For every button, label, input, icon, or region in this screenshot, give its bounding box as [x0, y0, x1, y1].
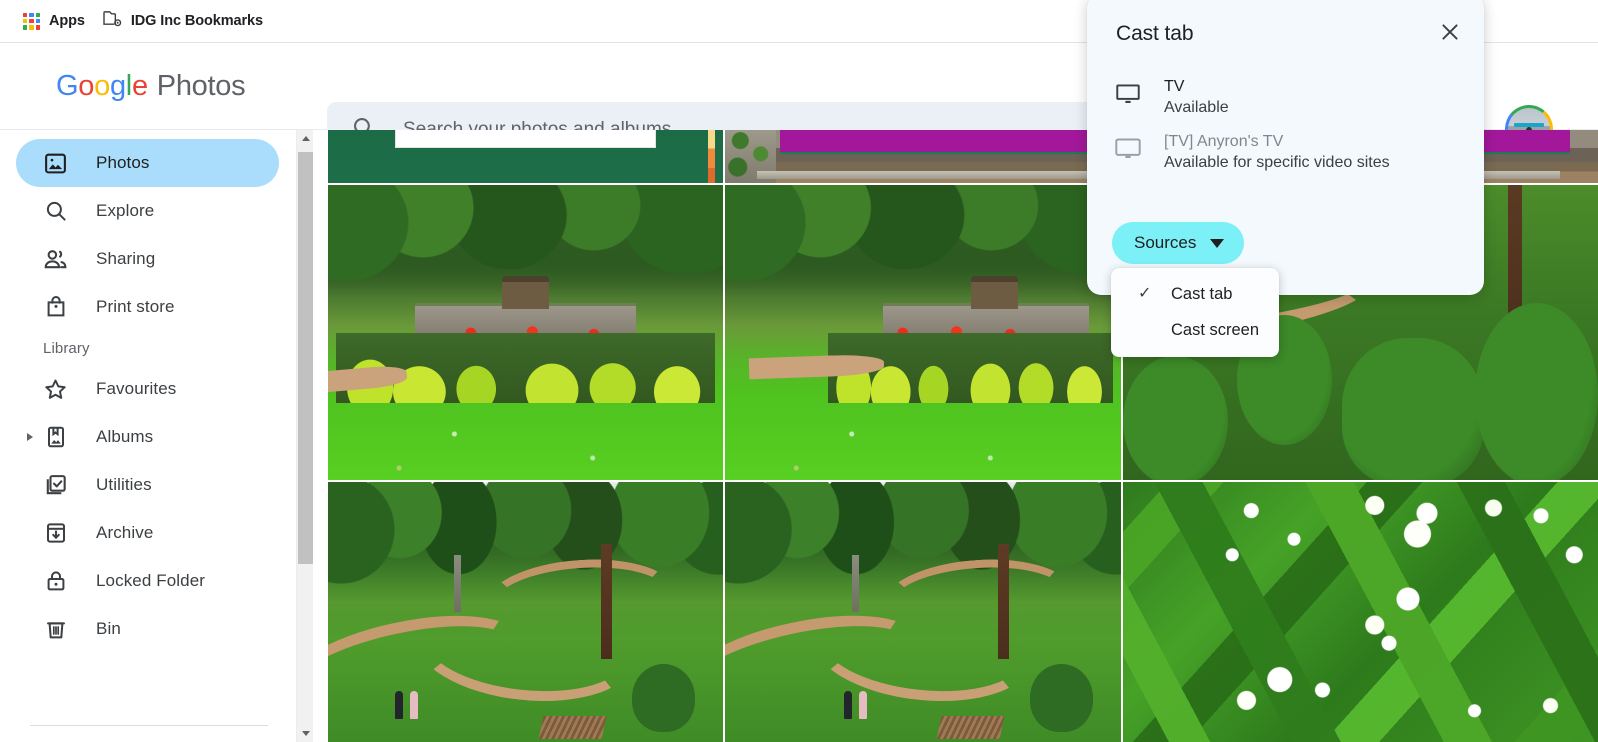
sources-button[interactable]: Sources [1112, 222, 1245, 264]
product-name: Photos [156, 69, 246, 102]
page-scrollbar[interactable] [296, 130, 313, 742]
sidebar-item-bin-label: Bin [96, 619, 121, 638]
sidebar-divider [30, 725, 268, 726]
photo-image [725, 185, 1121, 480]
cast-device-tv-text: TV Available [1164, 78, 1229, 117]
sources-dropdown-menu: ✓ Cast tab Cast screen [1111, 268, 1279, 357]
bookmark-apps[interactable]: Apps [14, 6, 94, 36]
sidebar-item-favourites[interactable]: Favourites [16, 365, 279, 413]
tv-icon [1115, 133, 1141, 165]
sidebar-item-bin[interactable]: Bin [16, 605, 279, 653]
sidebar-top-spacer [0, 130, 295, 139]
sidebar-item-print-store[interactable]: Print store [16, 283, 279, 331]
photo-thumbnail-winding-path-couple-right[interactable] [725, 482, 1121, 742]
photo-icon [43, 151, 68, 176]
sidebar-item-favourites-label: Favourites [96, 379, 177, 398]
photo-thumbnail-garden-terrace-left[interactable] [328, 185, 723, 480]
photo-image [1123, 482, 1598, 742]
sidebar-item-archive[interactable]: Archive [16, 509, 279, 557]
menu-item-cast-screen-label: Cast screen [1171, 320, 1260, 339]
cast-device-tv-status: Available [1164, 99, 1229, 116]
photo-image [328, 185, 723, 480]
cast-device-list: TV Available [TV] Anyron's TV Available … [1109, 70, 1469, 180]
scroll-up-icon[interactable] [297, 130, 314, 147]
close-icon[interactable] [1432, 14, 1468, 50]
sidebar-item-utilities-label: Utilities [96, 475, 152, 494]
utilities-icon [43, 473, 68, 498]
sidebar-item-utilities[interactable]: Utilities [16, 461, 279, 509]
sidebar-item-albums-label: Albums [96, 427, 154, 446]
cast-popup-title: Cast tab [1116, 22, 1194, 45]
menu-item-cast-tab-label: Cast tab [1171, 284, 1233, 303]
cast-device-tv-name: TV [1164, 78, 1185, 95]
photo-image [328, 482, 723, 742]
photo-thumbnail-magenta-wall-sign[interactable] [725, 130, 1121, 183]
sidebar-item-print-store-label: Print store [96, 297, 175, 316]
menu-item-cast-screen[interactable]: Cast screen [1111, 312, 1279, 348]
shopping-bag-icon [43, 295, 68, 320]
check-icon: ✓ [1138, 285, 1152, 302]
photo-thumbnail-wild-garlic-flowers[interactable] [1123, 482, 1598, 742]
photo-thumbnail-winding-path-couple-left[interactable] [328, 482, 723, 742]
scroll-down-icon[interactable] [297, 725, 314, 742]
people-icon [43, 247, 68, 272]
sidebar-item-photos-label: Photos [96, 153, 150, 172]
bookmark-idg-inc-label: IDG Inc Bookmarks [130, 13, 263, 29]
menu-item-cast-tab[interactable]: ✓ Cast tab [1111, 276, 1279, 312]
photo-image [725, 130, 1121, 183]
sidebar-item-photos[interactable]: Photos [16, 139, 279, 187]
sidebar-item-archive-label: Archive [96, 523, 154, 542]
google-photos-logo[interactable]: Google Photos [56, 69, 246, 103]
archive-icon [43, 521, 68, 546]
cast-device-anyrons-tv[interactable]: [TV] Anyron's TV Available for specific … [1109, 125, 1469, 180]
photo-thumbnail-green-noticeboard-sign[interactable] [328, 130, 723, 183]
cast-device-anyrons-tv-name: [TV] Anyron's TV [1164, 133, 1284, 150]
photo-image [725, 482, 1121, 742]
bookmark-folder-icon [103, 10, 122, 32]
bookmark-apps-label: Apps [49, 13, 85, 29]
sidebar-item-sharing-label: Sharing [96, 249, 156, 268]
chevron-down-icon [1210, 238, 1225, 248]
cast-device-tv[interactable]: TV Available [1109, 70, 1469, 125]
star-icon [43, 377, 68, 402]
cast-device-anyrons-tv-text: [TV] Anyron's TV Available for specific … [1164, 133, 1390, 172]
tv-icon [1115, 78, 1141, 110]
sources-button-label: Sources [1134, 233, 1197, 252]
cast-popup: Cast tab TV Available [TV] Anyron's TV A… [1087, 0, 1484, 295]
bookmark-idg-inc[interactable]: IDG Inc Bookmarks [94, 6, 272, 36]
sidebar-item-locked-folder[interactable]: Locked Folder [16, 557, 279, 605]
album-icon [43, 425, 68, 450]
search-icon [43, 199, 68, 224]
sidebar-navigation: Photos Explore Sharing Print store Libra… [0, 130, 296, 742]
apps-grid-icon [23, 12, 40, 30]
google-wordmark: Google [56, 69, 148, 102]
photo-thumbnail-garden-terrace-right[interactable] [725, 185, 1121, 480]
lock-icon [43, 569, 68, 594]
sidebar-section-library: Library [43, 339, 90, 357]
photo-image [328, 130, 723, 183]
cast-device-anyrons-tv-status: Available for specific video sites [1164, 154, 1390, 171]
sidebar-item-explore-label: Explore [96, 201, 155, 220]
chevron-right-icon[interactable] [27, 433, 33, 441]
sidebar-item-explore[interactable]: Explore [16, 187, 279, 235]
trash-icon [43, 617, 68, 642]
scrollbar-thumb[interactable] [298, 152, 313, 564]
sidebar-item-albums[interactable]: Albums [16, 413, 279, 461]
sidebar-item-sharing[interactable]: Sharing [16, 235, 279, 283]
sidebar-item-locked-folder-label: Locked Folder [96, 571, 206, 590]
